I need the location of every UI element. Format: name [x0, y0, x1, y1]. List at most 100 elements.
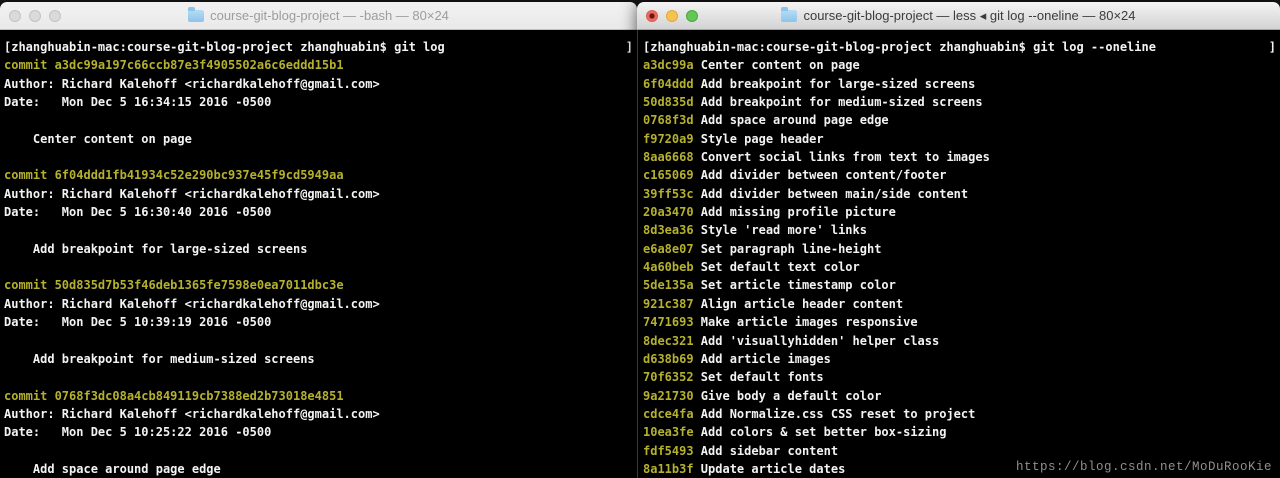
window-title: course-git-blog-project — -bash — 80×24	[210, 8, 449, 23]
traffic-lights	[646, 2, 698, 29]
commit-message: Align article header content	[693, 296, 904, 311]
commit-author-line: Author: Richard Kalehoff <richardkalehof…	[4, 405, 633, 423]
commit-hash: c165069	[643, 168, 694, 183]
commit-message: Add space around page edge	[693, 113, 889, 128]
titlebar-git-log-oneline[interactable]: course-git-blog-project — less ◂ git log…	[637, 2, 1280, 30]
prompt-line: [zhanghuabin-mac:course-git-blog-project…	[4, 38, 633, 56]
commit-hash: commit 50d835d7b53f46deb1365fe7598e0ea70…	[4, 278, 344, 293]
oneline-commit-row: 50d835d Add breakpoint for medium-sized …	[643, 93, 1276, 111]
commit-date-line: Date: Mon Dec 5 10:39:19 2016 -0500	[4, 313, 633, 331]
folder-icon	[781, 7, 798, 22]
oneline-commit-row: 39ff53c Add divider between main/side co…	[643, 185, 1276, 203]
commit-message: Center content on page	[693, 58, 860, 73]
commit-message: Add breakpoint for large-sized screens	[4, 241, 308, 256]
window-title: course-git-blog-project — less ◂ git log…	[803, 7, 1136, 23]
commit-author: Author: Richard Kalehoff <richardkalehof…	[4, 186, 380, 201]
commit-message: Add missing profile picture	[693, 205, 896, 220]
close-button[interactable]	[9, 9, 21, 22]
commit-date-line: Date: Mon Dec 5 10:25:22 2016 -0500	[4, 423, 633, 441]
oneline-commit-row: 4a60beb Set default text color	[643, 258, 1276, 276]
commit-message: Convert social links from text to images	[693, 150, 990, 165]
commit-message-line: Add breakpoint for large-sized screens	[4, 240, 633, 258]
titlebar-git-log[interactable]: course-git-blog-project — -bash — 80×24	[0, 2, 637, 30]
commit-message: Add 'visuallyhidden' helper class	[693, 333, 940, 348]
commit-author: Author: Richard Kalehoff <richardkalehof…	[4, 76, 380, 91]
oneline-commit-row: cdce4fa Add Normalize.css CSS reset to p…	[643, 405, 1276, 423]
commit-author: Author: Richard Kalehoff <richardkalehof…	[4, 296, 380, 311]
commit-message: Add divider between main/side content	[693, 186, 969, 201]
commit-date: Date: Mon Dec 5 10:39:19 2016 -0500	[4, 315, 272, 330]
commit-message-line: Add breakpoint for medium-sized screens	[4, 350, 633, 368]
commit-hash: e6a8e07	[643, 241, 694, 256]
oneline-commit-row: fdf5493 Add sidebar content	[643, 442, 1276, 460]
commit-hash-line: commit 50d835d7b53f46deb1365fe7598e0ea70…	[4, 276, 633, 294]
zoom-button[interactable]	[49, 9, 61, 22]
commit-author-line: Author: Richard Kalehoff <richardkalehof…	[4, 185, 633, 203]
commit-message: Set article timestamp color	[693, 278, 896, 293]
minimize-button[interactable]	[29, 9, 41, 22]
commit-message: Style page header	[693, 131, 824, 146]
commit-message: Set default fonts	[693, 370, 824, 385]
commit-message: Make article images responsive	[693, 315, 918, 330]
commit-hash: cdce4fa	[643, 406, 694, 421]
minimize-button[interactable]	[666, 9, 678, 22]
commit-hash: 8a11b3f	[643, 461, 694, 476]
commit-date-line: Date: Mon Dec 5 16:34:15 2016 -0500	[4, 93, 633, 111]
oneline-commit-row: f9720a9 Style page header	[643, 130, 1276, 148]
commit-hash-line: commit 6f04ddd1fb41934c52e290bc937e45f9c…	[4, 166, 633, 184]
commit-message: Add breakpoint for large-sized screens	[693, 76, 976, 91]
commit-date: Date: Mon Dec 5 10:25:22 2016 -0500	[4, 425, 272, 440]
commit-message: Add Normalize.css CSS reset to project	[693, 406, 976, 421]
commit-hash: 6f04ddd	[643, 76, 694, 91]
prompt-right-bracket: ]	[1268, 40, 1276, 54]
commit-hash: 7471693	[643, 315, 694, 330]
commit-hash: 39ff53c	[643, 186, 694, 201]
zoom-button[interactable]	[686, 9, 698, 22]
terminal-content-git-log-oneline[interactable]: [zhanghuabin-mac:course-git-blog-project…	[637, 30, 1280, 478]
commit-message: Give body a default color	[693, 388, 882, 403]
terminal-window-git-log: course-git-blog-project — -bash — 80×24 …	[0, 2, 637, 478]
close-button[interactable]	[646, 9, 658, 22]
commit-hash: 50d835d	[643, 95, 694, 110]
commit-author-line: Author: Richard Kalehoff <richardkalehof…	[4, 295, 633, 313]
commit-message: Add colors & set better box-sizing	[693, 425, 947, 440]
commit-hash: 10ea3fe	[643, 425, 694, 440]
oneline-commit-row: 921c387 Align article header content	[643, 295, 1276, 313]
terminal-content-git-log[interactable]: [zhanghuabin-mac:course-git-blog-project…	[0, 30, 637, 478]
commit-hash: a3dc99a	[643, 58, 694, 73]
commit-hash-line: commit 0768f3dc08a4cb849119cb7388ed2b730…	[4, 387, 633, 405]
oneline-commit-row: 7471693 Make article images responsive	[643, 313, 1276, 331]
oneline-commit-row: 0768f3d Add space around page edge	[643, 111, 1276, 129]
oneline-commit-row: 8d3ea36 Style 'read more' links	[643, 221, 1276, 239]
commit-author: Author: Richard Kalehoff <richardkalehof…	[4, 406, 380, 421]
commit-hash: f9720a9	[643, 131, 694, 146]
commit-author-line: Author: Richard Kalehoff <richardkalehof…	[4, 75, 633, 93]
commit-date: Date: Mon Dec 5 16:34:15 2016 -0500	[4, 95, 272, 110]
commit-hash: 70f6352	[643, 370, 694, 385]
oneline-commit-row: 6f04ddd Add breakpoint for large-sized s…	[643, 75, 1276, 93]
traffic-lights	[9, 2, 61, 29]
prompt-line: [zhanghuabin-mac:course-git-blog-project…	[643, 38, 1276, 56]
commit-message: Update article dates	[693, 461, 846, 476]
title-wrap: course-git-blog-project — less ◂ git log…	[781, 7, 1136, 24]
commit-date-line: Date: Mon Dec 5 16:30:40 2016 -0500	[4, 203, 633, 221]
oneline-commit-row: a3dc99a Center content on page	[643, 56, 1276, 74]
shell-prompt: [zhanghuabin-mac:course-git-blog-project…	[4, 40, 445, 54]
oneline-commit-row: d638b69 Add article images	[643, 350, 1276, 368]
oneline-commit-row: 5de135a Set article timestamp color	[643, 276, 1276, 294]
oneline-commit-row: e6a8e07 Set paragraph line-height	[643, 240, 1276, 258]
commit-hash: 5de135a	[643, 278, 694, 293]
oneline-commit-row: 8dec321 Add 'visuallyhidden' helper clas…	[643, 332, 1276, 350]
terminal-window-git-log-oneline: course-git-blog-project — less ◂ git log…	[637, 2, 1280, 478]
commit-message: Set default text color	[693, 260, 860, 275]
commit-hash: d638b69	[643, 351, 694, 366]
oneline-commit-row: 70f6352 Set default fonts	[643, 368, 1276, 386]
oneline-commit-row: c165069 Add divider between content/foot…	[643, 166, 1276, 184]
commit-message: Add divider between content/footer	[693, 168, 947, 183]
folder-icon	[188, 7, 205, 22]
